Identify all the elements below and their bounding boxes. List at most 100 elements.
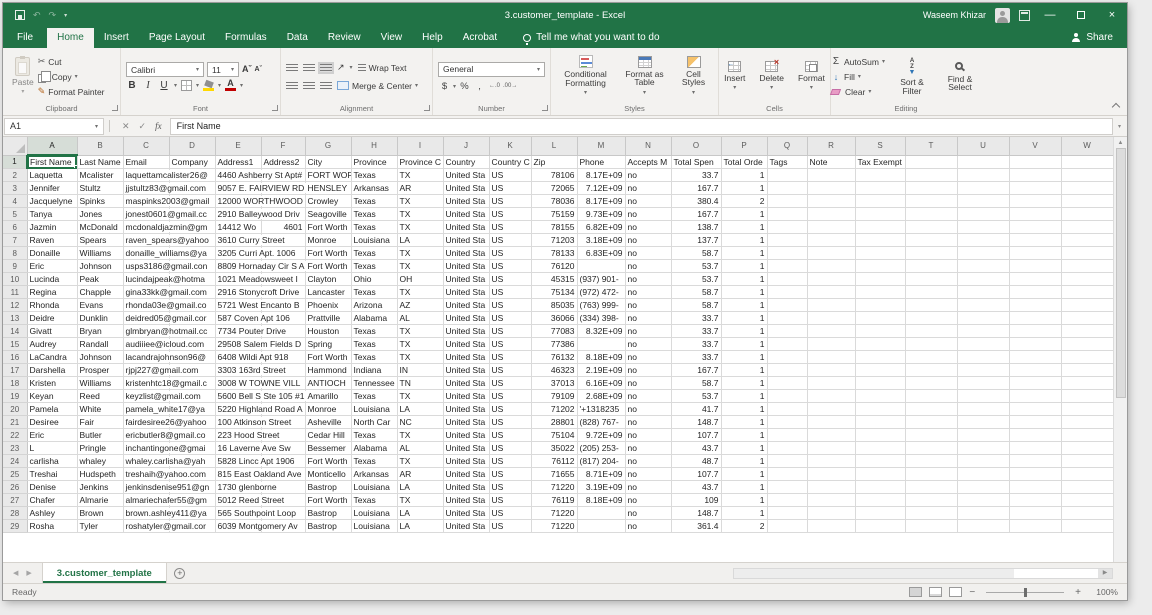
cell-J13[interactable]: United Sta <box>443 312 489 325</box>
row-header-23[interactable]: 23 <box>3 442 27 455</box>
sheet-tab[interactable]: 3.customer_template <box>42 563 167 583</box>
cell-P17[interactable]: 1 <box>721 364 767 377</box>
cell-U12[interactable] <box>957 299 1009 312</box>
minimize-button[interactable]: — <box>1039 3 1061 27</box>
cell-S27[interactable] <box>855 494 905 507</box>
scroll-right-icon[interactable]: ▶ <box>1098 569 1112 578</box>
cell-O6[interactable]: 138.7 <box>671 221 721 234</box>
dialog-launcher-icon[interactable] <box>424 105 430 111</box>
cell-H20[interactable]: Louisiana <box>351 403 397 416</box>
cell-V13[interactable] <box>1009 312 1061 325</box>
cell-G26[interactable]: Bastrop <box>305 481 351 494</box>
cell-O8[interactable]: 58.7 <box>671 247 721 260</box>
cell-V21[interactable] <box>1009 416 1061 429</box>
cell-R1[interactable]: Note <box>807 155 855 169</box>
cell-M17[interactable]: 2.19E+09 <box>577 364 625 377</box>
cell-E21[interactable]: 100 Atkinson Street <box>215 416 261 429</box>
cell-H23[interactable]: Alabama <box>351 442 397 455</box>
percent-button[interactable]: % <box>458 81 471 92</box>
add-sheet-button[interactable]: + <box>167 563 193 583</box>
cell-K25[interactable]: US <box>489 468 531 481</box>
cell-K6[interactable]: US <box>489 221 531 234</box>
cell-V11[interactable] <box>1009 286 1061 299</box>
horizontal-scroll-thumb[interactable] <box>734 569 1014 578</box>
cell-A6[interactable]: Jazmin <box>27 221 77 234</box>
cell-U29[interactable] <box>957 520 1009 533</box>
cell-A7[interactable]: Raven <box>27 234 77 247</box>
cell-C7[interactable]: raven_spears@yahoo <box>123 234 169 247</box>
cell-E26[interactable]: 1730 glenborne <box>215 481 261 494</box>
column-header-M[interactable]: M <box>577 137 625 155</box>
cell-S9[interactable] <box>855 260 905 273</box>
cell-S23[interactable] <box>855 442 905 455</box>
conditional-formatting-button[interactable]: Conditional Formatting▾ <box>556 54 616 99</box>
cell-G24[interactable]: Fort Worth <box>305 455 351 468</box>
cell-P28[interactable]: 1 <box>721 507 767 520</box>
cell-B8[interactable]: Williams <box>77 247 123 260</box>
cell-B25[interactable]: Hudspeth <box>77 468 123 481</box>
cell-E29[interactable]: 6039 Montgomery Av <box>215 520 261 533</box>
cell-L27[interactable]: 76119 <box>531 494 577 507</box>
cell-O17[interactable]: 167.7 <box>671 364 721 377</box>
cell-I1[interactable]: Province C <box>397 155 443 169</box>
cell-K15[interactable]: US <box>489 338 531 351</box>
cell-A4[interactable]: Jacquelyne <box>27 195 77 208</box>
cell-T27[interactable] <box>905 494 957 507</box>
name-box-caret-icon[interactable]: ▾ <box>95 123 98 130</box>
cell-I26[interactable]: LA <box>397 481 443 494</box>
cell-P10[interactable]: 1 <box>721 273 767 286</box>
cell-P13[interactable]: 1 <box>721 312 767 325</box>
cell-U13[interactable] <box>957 312 1009 325</box>
cell-E8[interactable]: 3205 Curri Apt. 1006 <box>215 247 261 260</box>
cell-S5[interactable] <box>855 208 905 221</box>
cell-N26[interactable]: no <box>625 481 671 494</box>
cell-R10[interactable] <box>807 273 855 286</box>
cell-A18[interactable]: Kristen <box>27 377 77 390</box>
cell-M29[interactable] <box>577 520 625 533</box>
cell-O29[interactable]: 361.4 <box>671 520 721 533</box>
find-select-button[interactable]: Find & Select <box>939 61 981 93</box>
cell-E23[interactable]: 16 Laverne Ave Sw <box>215 442 261 455</box>
cell-C2[interactable]: laquettamcalister26@ <box>123 169 169 182</box>
merge-center-button[interactable]: Merge & Center▾ <box>337 79 418 93</box>
formula-bar-caret-icon[interactable]: ▾ <box>1113 123 1126 130</box>
cell-I20[interactable]: LA <box>397 403 443 416</box>
cell-D1[interactable]: Company <box>169 155 215 169</box>
cell-U16[interactable] <box>957 351 1009 364</box>
cell-C10[interactable]: lucindajpeak@hotma <box>123 273 169 286</box>
cell-A1[interactable]: First Name <box>27 155 77 169</box>
cell-U27[interactable] <box>957 494 1009 507</box>
cell-I23[interactable]: AL <box>397 442 443 455</box>
tab-data[interactable]: Data <box>277 28 318 48</box>
cell-T19[interactable] <box>905 390 957 403</box>
cell-U17[interactable] <box>957 364 1009 377</box>
cell-J3[interactable]: United Sta <box>443 182 489 195</box>
cell-N16[interactable]: no <box>625 351 671 364</box>
cell-Q13[interactable] <box>767 312 807 325</box>
cell-Q8[interactable] <box>767 247 807 260</box>
cell-C9[interactable]: usps3186@gmail.con <box>123 260 169 273</box>
cell-T13[interactable] <box>905 312 957 325</box>
cell-S28[interactable] <box>855 507 905 520</box>
cell-O27[interactable]: 109 <box>671 494 721 507</box>
cell-M9[interactable] <box>577 260 625 273</box>
cell-L16[interactable]: 76132 <box>531 351 577 364</box>
number-format-select[interactable]: General▾ <box>438 62 545 77</box>
cell-V24[interactable] <box>1009 455 1061 468</box>
cell-N22[interactable]: no <box>625 429 671 442</box>
cell-L8[interactable]: 78133 <box>531 247 577 260</box>
cell-A11[interactable]: Regina <box>27 286 77 299</box>
cell-J14[interactable]: United Sta <box>443 325 489 338</box>
cell-H22[interactable]: Texas <box>351 429 397 442</box>
cell-P4[interactable]: 2 <box>721 195 767 208</box>
format-painter-button[interactable]: ✎Format Painter <box>38 85 105 99</box>
cell-W14[interactable] <box>1061 325 1113 338</box>
cell-O16[interactable]: 33.7 <box>671 351 721 364</box>
cell-U9[interactable] <box>957 260 1009 273</box>
cell-T25[interactable] <box>905 468 957 481</box>
cell-T10[interactable] <box>905 273 957 286</box>
cell-B12[interactable]: Evans <box>77 299 123 312</box>
row-header-15[interactable]: 15 <box>3 338 27 351</box>
view-page-break-button[interactable] <box>949 587 962 597</box>
cell-O4[interactable]: 380.4 <box>671 195 721 208</box>
